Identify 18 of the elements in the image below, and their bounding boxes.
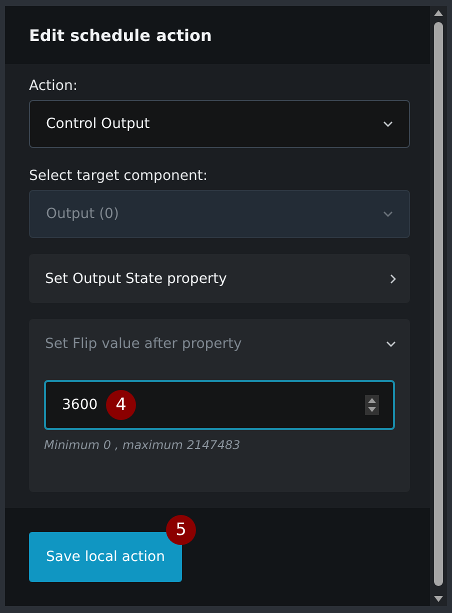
scroll-down-icon[interactable] bbox=[434, 596, 443, 602]
field-label: Action: bbox=[29, 78, 79, 94]
chevron-right-icon bbox=[390, 274, 396, 284]
accordion-header[interactable]: Set Output State property bbox=[29, 254, 410, 303]
spinner-icon[interactable] bbox=[365, 395, 379, 415]
scroll-up-icon[interactable] bbox=[434, 10, 443, 16]
number-input[interactable]: 3600 4 bbox=[44, 380, 395, 430]
chevron-down-icon bbox=[383, 211, 393, 217]
step-badge: 4 bbox=[106, 390, 136, 420]
step-badge: 5 bbox=[166, 515, 196, 545]
field-label: Select target component: bbox=[29, 168, 209, 184]
chevron-down-icon bbox=[386, 340, 396, 346]
accordion-header[interactable]: Set Flip value after property bbox=[29, 319, 410, 368]
dialog-title: Edit schedule action bbox=[29, 26, 212, 44]
chevron-down-icon bbox=[383, 121, 393, 127]
scrollbar[interactable] bbox=[430, 6, 447, 606]
select-dropdown[interactable]: Control Output bbox=[29, 100, 410, 148]
hint-text: Minimum 0 , maximum 2147483 bbox=[44, 438, 242, 452]
